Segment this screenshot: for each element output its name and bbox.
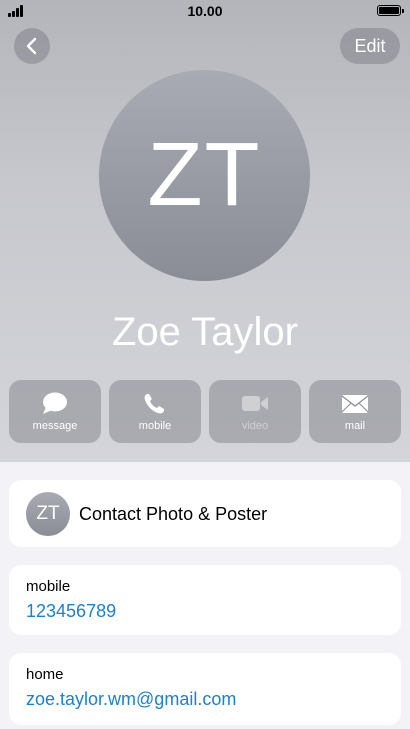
contact-name: Zoe Taylor — [111, 310, 298, 354]
message-action-label: message — [32, 420, 78, 432]
home-email-address[interactable]: zoe.taylor.wm@gmail.com — [26, 689, 236, 710]
message-action-button[interactable]: message — [9, 380, 101, 443]
chevron-left-icon — [26, 37, 37, 55]
mail-action-button[interactable]: mail — [309, 380, 401, 443]
mail-action-label: mail — [344, 420, 366, 432]
envelope-icon — [341, 395, 369, 413]
phone-icon — [144, 394, 164, 414]
mobile-phone-number[interactable]: 123456789 — [26, 601, 116, 622]
video-action-label: video — [241, 420, 269, 432]
home-field-label: home — [26, 666, 64, 683]
video-camera-icon — [242, 396, 268, 411]
status-bar: 10.00 — [0, 0, 410, 22]
edit-button[interactable]: Edit — [340, 28, 400, 64]
quick-actions: message mobile video mail — [9, 380, 401, 443]
contact-avatar[interactable]: ZT — [99, 70, 310, 281]
contact-photo-poster-label: Contact Photo & Poster — [79, 504, 268, 524]
battery-icon — [377, 5, 404, 16]
status-time: 10.00 — [187, 3, 223, 19]
home-email-field-card: home zoe.taylor.wm@gmail.com — [9, 653, 401, 725]
mobile-field-card: mobile 123456789 — [9, 565, 401, 635]
contact-avatar-small: ZT — [26, 492, 70, 536]
video-action-button: video — [209, 380, 301, 443]
message-bubble-icon — [43, 392, 67, 414]
back-button[interactable] — [14, 28, 50, 64]
mobile-field-label: mobile — [26, 578, 71, 595]
contact-photo-poster-row[interactable]: ZT Contact Photo & Poster — [9, 480, 401, 547]
contact-header: 10.00 Edit ZT Zoe Taylor message mobile — [0, 0, 410, 462]
call-mobile-action-button[interactable]: mobile — [109, 380, 201, 443]
mobile-action-label: mobile — [138, 420, 172, 432]
